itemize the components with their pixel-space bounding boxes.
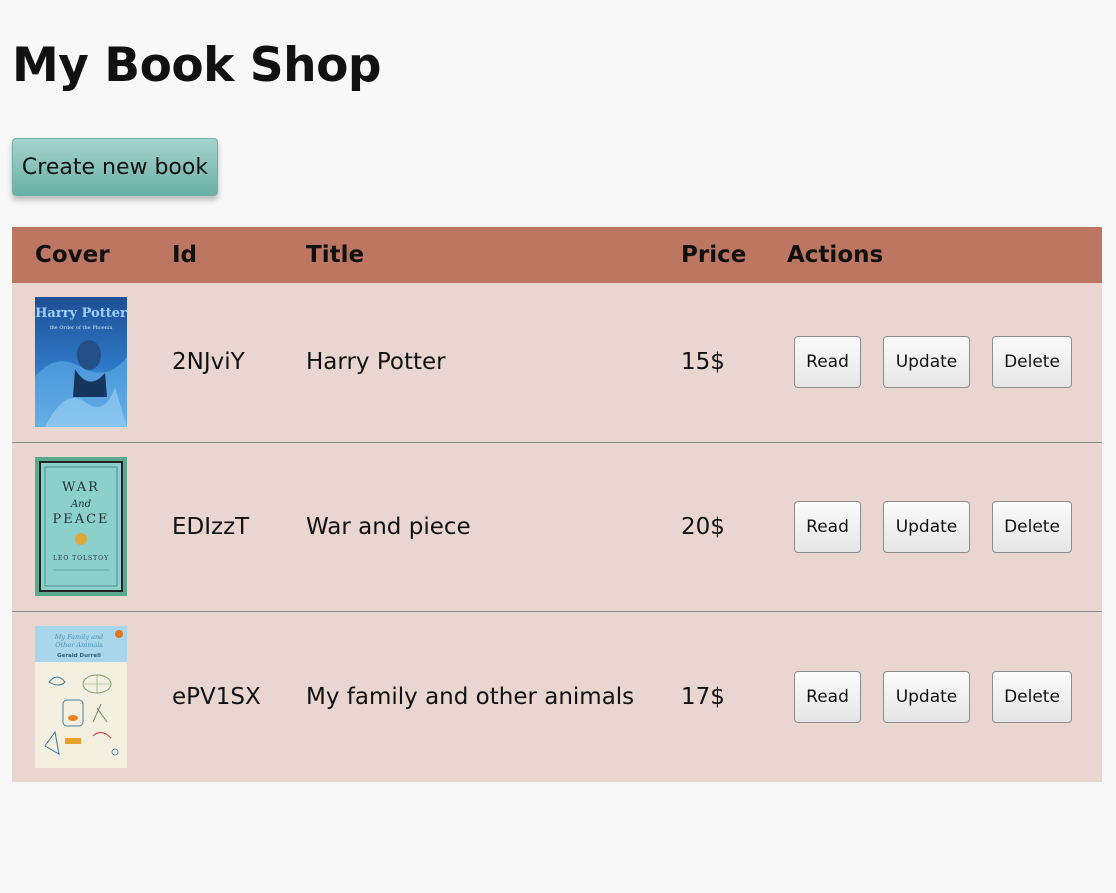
read-button[interactable]: Read [794, 336, 861, 389]
cover-cell: My Family and Other Animals Gerald Durre… [12, 610, 172, 782]
header-id: Id [172, 242, 198, 268]
cover-cell: Harry Potter the Order of the Phoenix [12, 283, 172, 442]
book-price: 20$ [681, 441, 787, 611]
cover-subtitle-text: the Order of the Phoenix [50, 325, 113, 331]
header-price: Price [681, 242, 747, 268]
delete-button[interactable]: Delete [992, 500, 1072, 553]
header-cover: Cover [35, 242, 110, 268]
book-price: 15$ [681, 349, 725, 376]
cover-title-text: Harry Potter [35, 306, 127, 321]
cover-title-line1: WAR [62, 480, 100, 495]
actions-cell: Read Update Delete [787, 283, 1102, 442]
book-cover-image: My Family and Other Animals Gerald Durre… [35, 625, 127, 768]
cover-title-line2: And [70, 499, 91, 510]
book-cover-image: WAR And PEACE LEO TOLSTOY [35, 457, 127, 596]
book-id: ePV1SX [172, 610, 306, 782]
actions-cell: Read Update Delete [787, 610, 1102, 782]
cover-author-text: Gerald Durrell [57, 653, 101, 659]
update-button[interactable]: Update [883, 670, 970, 723]
cover-cell: WAR And PEACE LEO TOLSTOY [12, 441, 172, 611]
book-id: 2NJviY [172, 349, 245, 376]
books-table: Cover Id Title Price Actions Harry Potte… [12, 227, 1102, 782]
book-title: Harry Potter [306, 349, 446, 376]
book-title: War and piece [306, 441, 681, 611]
cover-title-line3: PEACE [52, 512, 109, 527]
update-button[interactable]: Update [883, 336, 970, 389]
read-button[interactable]: Read [794, 500, 861, 553]
table-row: WAR And PEACE LEO TOLSTOY EDIzzT War and… [12, 441, 1102, 611]
delete-button[interactable]: Delete [992, 670, 1072, 723]
table-row: Harry Potter the Order of the Phoenix 2N… [12, 283, 1102, 442]
book-cover-image: Harry Potter the Order of the Phoenix [35, 297, 127, 428]
table-row: My Family and Other Animals Gerald Durre… [12, 610, 1102, 782]
cover-title-line1: My Family and [54, 633, 104, 641]
book-title: My family and other animals [306, 610, 681, 782]
cover-author-text: LEO TOLSTOY [53, 555, 109, 562]
read-button[interactable]: Read [794, 670, 861, 723]
delete-button[interactable]: Delete [992, 336, 1072, 389]
book-price: 17$ [681, 610, 787, 782]
update-button[interactable]: Update [883, 500, 970, 553]
actions-cell: Read Update Delete [787, 441, 1102, 611]
book-id: EDIzzT [172, 441, 306, 611]
header-title: Title [306, 242, 365, 268]
table-header-row: Cover Id Title Price Actions [12, 227, 1102, 283]
header-actions: Actions [787, 242, 884, 268]
create-book-button[interactable]: Create new book [12, 138, 218, 196]
page-title: My Book Shop [12, 38, 382, 93]
cover-title-line2: Other Animals [55, 641, 103, 649]
